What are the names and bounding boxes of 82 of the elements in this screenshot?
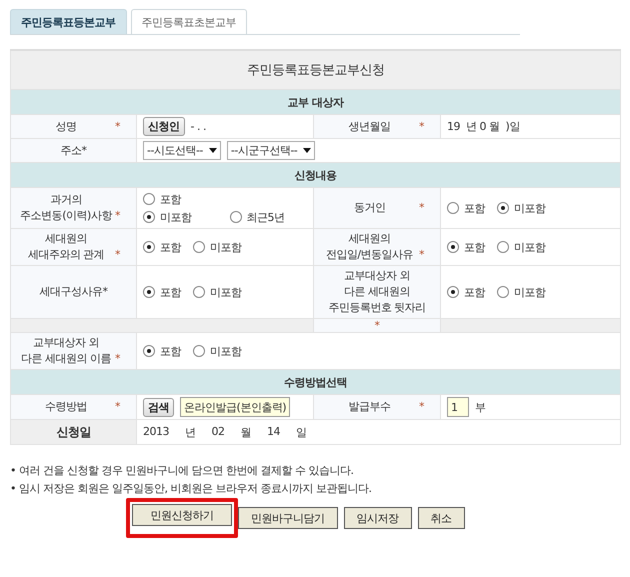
field-label: 세대원의 세대주와의 관계 (26, 231, 106, 263)
option-label: 최근5년 (246, 210, 284, 224)
field-label: 수령방법 (44, 399, 88, 415)
caret-icon (208, 148, 217, 153)
input-field[interactable]: 1 (447, 397, 469, 417)
required-mark: * (115, 351, 121, 367)
required-mark: * (419, 200, 425, 216)
field-label: 동거인 (352, 200, 386, 216)
radio-button[interactable] (447, 241, 459, 253)
radio-button[interactable] (143, 241, 155, 253)
option-label: 미포함 (514, 284, 546, 300)
radio-button[interactable] (497, 202, 509, 214)
option-label: 포함 (464, 284, 485, 300)
required-mark: * (115, 399, 121, 415)
radio-button[interactable] (447, 202, 459, 214)
option-label: 포함 (464, 240, 485, 254)
note-text: • 여러 건을 신청할 경우 민원바구니에 담으면 한번에 결제할 수 있습니다. (10, 463, 354, 478)
field-label: 성명 (54, 118, 78, 134)
option-label: 포함 (160, 192, 181, 206)
section-header: 신청내용 (10, 162, 620, 188)
tab[interactable]: 주민등록표초본교부 (130, 9, 247, 34)
radio-button[interactable] (193, 241, 205, 253)
field-label: 발급부수 (348, 399, 392, 415)
radio-button[interactable] (143, 211, 155, 223)
unit-text: 부 (475, 400, 486, 414)
radio-button[interactable] (230, 211, 242, 223)
option-label: 포함 (160, 284, 181, 300)
required-mark: * (419, 118, 425, 134)
date-text: 02 (212, 424, 224, 440)
field-label: 교부대상자 외 다른 세대원의 이름 (20, 335, 112, 367)
required-mark: * (419, 399, 425, 415)
field-label: 신청일 (10, 420, 136, 444)
option-label: 포함 (464, 200, 485, 216)
radio-button[interactable] (143, 286, 155, 298)
tab[interactable]: 주민등록표등본교부 (10, 9, 126, 34)
radio-button[interactable] (193, 345, 205, 357)
option-label: 미포함 (514, 200, 546, 216)
option-label: 포함 (160, 240, 181, 254)
radio-button[interactable] (497, 286, 509, 298)
required-mark: * (115, 118, 121, 134)
field-label: 세대원의 전입일/변동일사유 (324, 231, 414, 263)
field-label: 주소* (60, 142, 88, 158)
option-label: 미포함 (210, 240, 242, 254)
date-text: 일 (296, 424, 306, 440)
input-field[interactable]: 온라인발급(본인출력) (180, 397, 290, 417)
date-text: 2013 (143, 424, 169, 440)
radio-button[interactable] (143, 193, 155, 205)
name-text: - . . (190, 120, 206, 133)
field-label: 생년월일 (348, 118, 392, 134)
action-button[interactable]: 민원바구니담기 (238, 507, 338, 529)
field-label: 교부대상자 외 다른 세대원의 주민등록번호 뒷자리 (327, 268, 427, 316)
form-title: 주민등록표등본교부신청 (10, 50, 620, 90)
action-button[interactable]: 임시저장 (344, 507, 412, 529)
required-mark: * (115, 208, 121, 224)
option-label: 미포함 (160, 210, 192, 224)
section-header: 교부 대상자 (10, 90, 620, 114)
option-label: 미포함 (210, 284, 242, 300)
date-text: 년 (185, 424, 196, 440)
dropdown[interactable]: --시군구선택-- (226, 141, 316, 160)
radio-button[interactable] (497, 241, 509, 253)
search-button[interactable]: 검색 (143, 398, 174, 416)
action-button[interactable]: 민원신청하기 (132, 504, 232, 526)
caret-icon (303, 148, 312, 153)
field-label: 세대구성사유* (38, 284, 108, 300)
option-label: 미포함 (514, 240, 546, 254)
date-text: 월 (240, 424, 251, 440)
applicant-button[interactable]: 신청인 (143, 117, 184, 136)
date-text: 14 (267, 424, 280, 440)
required-mark: * (115, 247, 121, 263)
section-header: 수령방법선택 (10, 370, 620, 394)
radio-button[interactable] (143, 345, 155, 357)
note-text: • 임시 저장은 회원은 일주일동안, 비회원은 브라우저 종료시까지 보관됩니다. (10, 481, 372, 496)
radio-button[interactable] (447, 286, 459, 298)
option-label: 포함 (160, 344, 181, 358)
birth-date-text: 19 년 0 월 )일 (447, 119, 520, 134)
required-mark: * (374, 319, 380, 332)
required-mark: * (419, 247, 425, 263)
radio-button[interactable] (193, 286, 205, 298)
dropdown[interactable]: --시도선택-- (143, 141, 221, 160)
option-label: 미포함 (210, 344, 242, 358)
field-label: 과거의 주소변동(이력)사항 (19, 192, 114, 224)
action-button[interactable]: 취소 (418, 507, 464, 529)
